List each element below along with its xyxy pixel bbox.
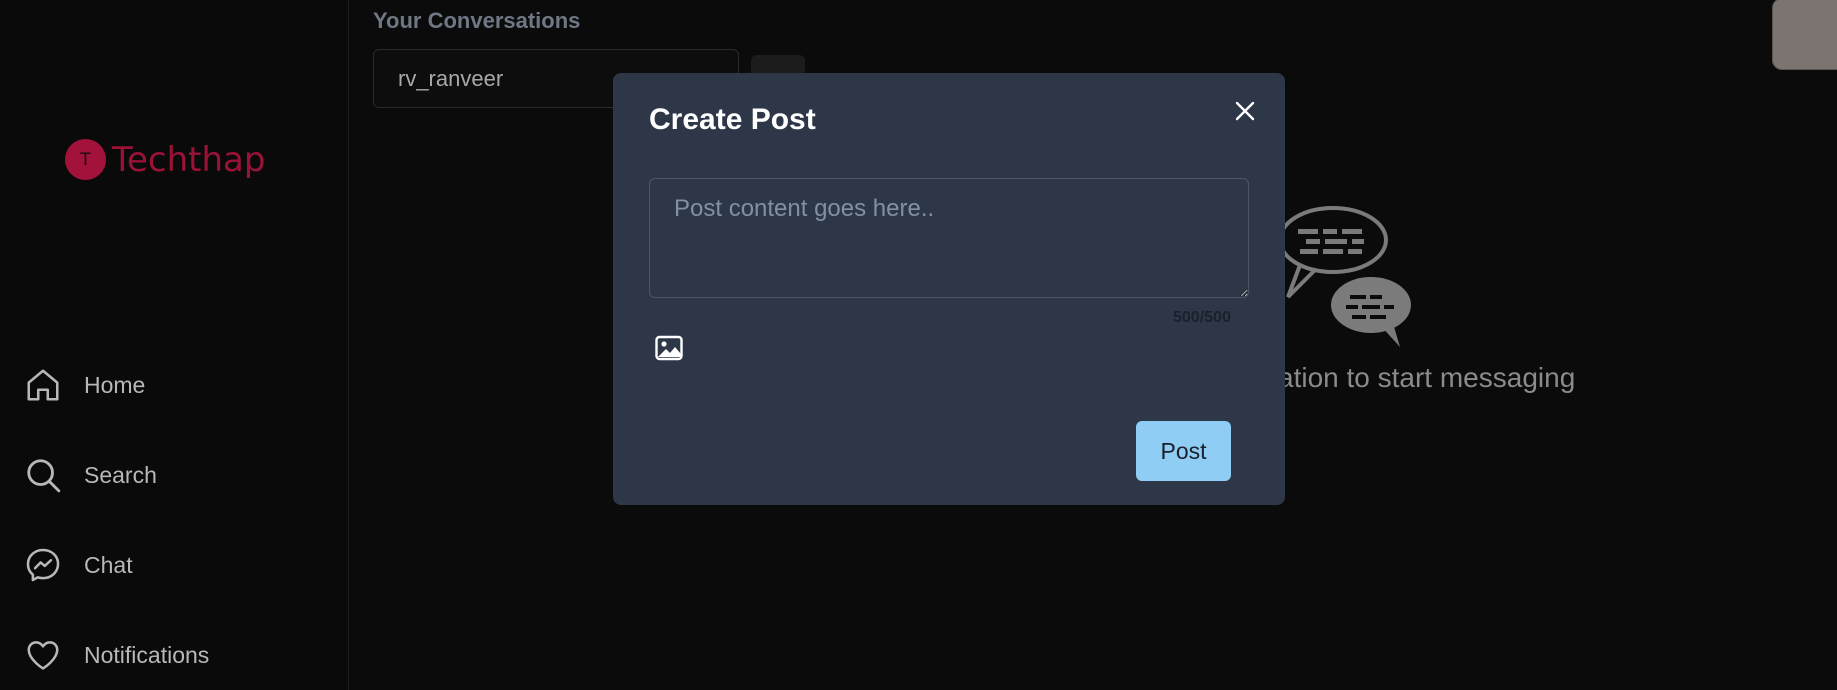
sidebar-item-home[interactable]: Home: [24, 366, 145, 404]
logo-text: Techthap: [112, 139, 266, 180]
sidebar: T Techthap Home Search Chat Notification…: [0, 0, 349, 690]
sidebar-item-search[interactable]: Search: [24, 456, 157, 494]
messenger-icon: [26, 548, 60, 582]
logo[interactable]: T Techthap: [65, 139, 265, 180]
close-icon[interactable]: [1229, 95, 1261, 127]
sidebar-item-label: Notifications: [84, 641, 210, 668]
heart-icon: [27, 641, 59, 670]
create-post-modal: Create Post 500/500 Post: [613, 73, 1285, 505]
char-counter: 500/500: [1173, 309, 1231, 326]
sidebar-item-label: Search: [84, 461, 157, 488]
empty-state-message: sation to start messaging: [1264, 362, 1576, 393]
image-icon[interactable]: [655, 335, 683, 361]
post-button[interactable]: Post: [1136, 421, 1231, 481]
chat-bubbles-icon: [1278, 206, 1411, 347]
user-avatar[interactable]: [1772, 0, 1837, 70]
modal-title: Create Post: [649, 103, 816, 136]
home-icon: [27, 369, 59, 401]
post-content-textarea[interactable]: [649, 178, 1249, 298]
search-icon: [27, 459, 61, 493]
sidebar-item-label: Home: [84, 371, 146, 398]
conversations-title: Your Conversations: [373, 8, 581, 33]
sidebar-item-label: Chat: [84, 551, 133, 578]
sidebar-item-chat[interactable]: Chat: [24, 546, 133, 584]
sidebar-item-notifications[interactable]: Notifications: [24, 636, 209, 674]
logo-badge: T: [65, 139, 106, 180]
